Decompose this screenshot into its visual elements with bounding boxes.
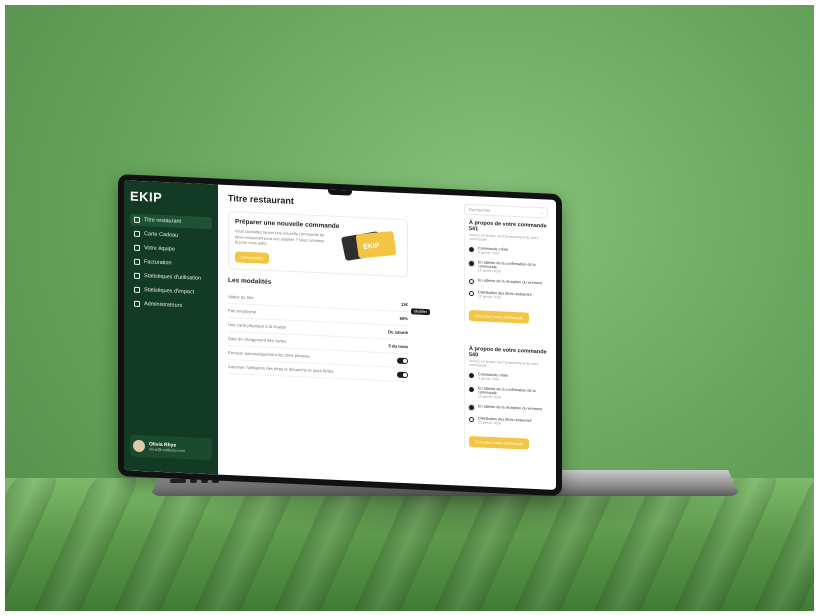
- sidebar-item-label: Votre équipe: [144, 245, 175, 253]
- search-placeholder: Rechercher...: [469, 206, 494, 214]
- step-label: En attente de la réception du virement: [478, 278, 543, 286]
- edit-tooltip: Modifier: [411, 308, 430, 316]
- current-step-icon: [469, 404, 474, 411]
- setting-label: Envoyer automatiquement les titres périm…: [228, 349, 310, 359]
- card-logo: EKIP: [362, 242, 381, 251]
- setting-value: 60%: [399, 315, 408, 322]
- step-date: 10 janvier 2026: [478, 268, 502, 274]
- pending-step-icon: [469, 290, 474, 297]
- sidebar-item-label: Titre restaurant: [144, 217, 182, 225]
- admin-icon: [134, 300, 140, 307]
- pending-step-icon: [469, 416, 474, 423]
- sidebar-item-label: Statistiques d'utilisation: [144, 273, 201, 282]
- green-couch: [0, 478, 819, 616]
- view-order-button[interactable]: Consulter votre commande: [469, 435, 530, 450]
- check-icon: [469, 246, 474, 253]
- user-email: olivia@untitledui.com: [149, 447, 185, 454]
- toggle-switch[interactable]: [397, 371, 408, 378]
- impact-icon: [134, 286, 140, 293]
- sidebar-item-stats-utilisation[interactable]: Statistiques d'utilisation: [130, 270, 212, 286]
- sidebar-item-label: Carte Cadeau: [144, 231, 179, 239]
- timeline-step: Distribution des titres restaurant 20 jan…: [469, 416, 548, 428]
- check-icon: [469, 386, 474, 393]
- check-icon: [469, 372, 474, 379]
- setting-value: 12€: [401, 301, 408, 308]
- setting-label: Date de chargement des cartes: [228, 335, 287, 344]
- search-icon: ⌕: [540, 210, 543, 216]
- timeline-step: Distribution des titres restaurant 20 jan…: [469, 290, 548, 302]
- laptop-screen: EKIP Titre restaurant Carte Cadeau Votre…: [124, 180, 556, 490]
- main-content: Titre restaurant Préparer une nouvelle c…: [218, 185, 556, 490]
- setting-label: Valeur du titre: [228, 293, 254, 301]
- gift-card-icon: [134, 230, 140, 237]
- camera-notch: [328, 188, 352, 196]
- sidebar-item-facturation[interactable]: Facturation: [130, 256, 212, 272]
- chart-icon: [134, 272, 140, 279]
- invoice-icon: [134, 258, 140, 265]
- avatar: [133, 439, 145, 453]
- sidebar-item-label: Facturation: [144, 259, 172, 267]
- view-order-button[interactable]: Consulter votre commande: [469, 309, 530, 324]
- commander-button[interactable]: Commander: [235, 250, 270, 264]
- order-panel: À propos de votre commande 541 Suivez en…: [464, 219, 548, 326]
- gift-card-illustration: EKIP: [340, 227, 399, 264]
- step-date: 10 janvier 2026: [478, 394, 502, 400]
- step-label: En attente de la réception du virement: [478, 404, 543, 412]
- new-order-card: Préparer une nouvelle commande Vous souh…: [228, 210, 408, 278]
- timeline-step: Commande créée 8 janvier 2026: [469, 246, 548, 258]
- yellow-card: EKIP: [355, 230, 397, 259]
- sidebar-item-equipe[interactable]: Votre équipe: [130, 242, 212, 258]
- receipt-icon: [134, 216, 140, 223]
- setting-value: 5 du mois: [388, 343, 408, 350]
- sidebar-item-carte-cadeau[interactable]: Carte Cadeau: [130, 228, 212, 244]
- timeline-step: En attente de la confirmation de la comm…: [469, 260, 548, 276]
- sidebar-item-label: Administrateurs: [144, 301, 183, 309]
- sidebar-item-label: Statistiques d'impact: [144, 287, 195, 296]
- setting-label: Part employeur: [228, 307, 257, 315]
- search-input[interactable]: Rechercher... ⌕: [464, 203, 548, 219]
- app-logo[interactable]: EKIP: [130, 189, 212, 208]
- timeline-step: En attente de la réception du virement: [469, 278, 548, 288]
- setting-label: Une carte physique à la charge: [228, 321, 286, 330]
- toggle-switch[interactable]: [397, 357, 408, 364]
- current-step-icon: [469, 260, 474, 267]
- setting-label: Autoriser l'utilisation des titres le di…: [228, 363, 334, 374]
- timeline-step: Commande créée 8 janvier 2026: [469, 372, 548, 384]
- pending-step-icon: [469, 278, 474, 285]
- setting-select[interactable]: Du salarié: [388, 329, 408, 335]
- order-panel: À propos de votre commande 540 Suivez en…: [464, 345, 548, 452]
- card-description: Vous souhaitez lancer une nouvelle comma…: [235, 228, 325, 246]
- team-icon: [134, 244, 140, 251]
- sidebar-item-stats-impact[interactable]: Statistiques d'impact: [130, 284, 212, 300]
- timeline-step: En attente de la réception du virement: [469, 404, 548, 414]
- sidebar-item-titre-restaurant[interactable]: Titre restaurant: [130, 213, 212, 230]
- laptop-lid: EKIP Titre restaurant Carte Cadeau Votre…: [118, 174, 562, 497]
- sidebar: EKIP Titre restaurant Carte Cadeau Votre…: [124, 180, 218, 475]
- timeline-step: En attente de la confirmation de la comm…: [469, 386, 548, 402]
- sidebar-item-administrateurs[interactable]: Administrateurs: [130, 298, 212, 314]
- user-profile[interactable]: Olivia Rhye olivia@untitledui.com: [130, 434, 212, 461]
